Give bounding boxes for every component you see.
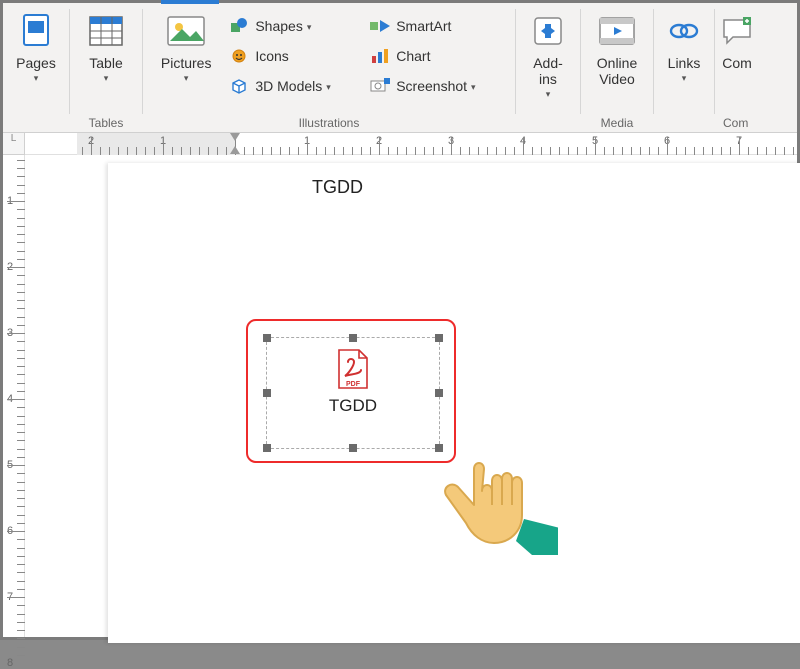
smartart-icon <box>370 16 390 36</box>
video-label: Online Video <box>597 55 637 87</box>
chevron-down-icon: ▾ <box>184 73 189 84</box>
vertical-ruler[interactable]: 12345678 <box>3 155 25 637</box>
icons-icon <box>229 46 249 66</box>
pictures-label: Pictures <box>161 55 212 71</box>
shapes-button[interactable]: Shapes ▾ <box>223 11 364 41</box>
resize-handle[interactable] <box>263 444 271 452</box>
table-label: Table <box>89 55 122 71</box>
embedded-object-label: TGDD <box>267 396 439 416</box>
resize-handle[interactable] <box>435 334 443 342</box>
smartart-label: SmartArt <box>396 18 451 34</box>
group-illustrations: Pictures ▾ Shapes ▾ Icons 3D Models ▾ <box>143 3 515 132</box>
group-media: Online Video Media <box>581 3 653 132</box>
screenshot-label: Screenshot <box>396 78 467 94</box>
links-button[interactable]: Links ▾ <box>652 7 716 107</box>
resize-handle[interactable] <box>263 334 271 342</box>
icons-button[interactable]: Icons <box>223 41 364 71</box>
group-label-media: Media <box>581 116 653 130</box>
document-page[interactable]: TGDD PDF <box>108 163 800 643</box>
group-comments: Com Com <box>715 3 759 132</box>
chevron-down-icon: ▾ <box>326 82 331 93</box>
group-links: Links ▾ <box>654 3 714 132</box>
pictures-icon <box>166 11 206 51</box>
pointer-hand-icon <box>436 441 576 571</box>
shapes-icon <box>229 16 249 36</box>
3d-models-button[interactable]: 3D Models ▾ <box>223 71 364 101</box>
pages-icon <box>16 11 56 51</box>
chevron-down-icon: ▾ <box>471 82 476 93</box>
pdf-badge-text: PDF <box>346 381 361 388</box>
icons-label: Icons <box>255 48 288 64</box>
annotation-highlight: PDF TGDD <box>246 319 456 463</box>
chart-icon <box>370 46 390 66</box>
screenshot-button[interactable]: Screenshot ▾ <box>364 71 509 101</box>
ruler-corner: L <box>3 133 25 155</box>
embedded-object[interactable]: PDF TGDD <box>266 337 440 449</box>
comment-label: Com <box>722 55 752 71</box>
chart-label: Chart <box>396 48 430 64</box>
chevron-down-icon: ▾ <box>307 22 312 33</box>
group-label-comments: Com <box>715 116 759 130</box>
chevron-down-icon: ▾ <box>104 73 109 84</box>
chevron-down-icon: ▾ <box>34 73 39 84</box>
addins-button[interactable]: Add- ins ▾ <box>516 7 580 107</box>
group-addins: Add- ins ▾ <box>516 3 580 132</box>
addins-icon <box>528 11 568 51</box>
table-icon <box>86 11 126 51</box>
chart-button[interactable]: Chart <box>364 41 509 71</box>
group-tables: Table ▾ Tables <box>70 3 142 132</box>
app-window: Pages ▾ Table ▾ Tables Pictures <box>0 0 800 640</box>
ribbon: Pages ▾ Table ▾ Tables Pictures <box>3 3 797 133</box>
group-label-illustrations: Illustrations <box>143 116 515 130</box>
addins-label: Add- ins <box>533 55 563 87</box>
table-button[interactable]: Table ▾ <box>74 7 138 107</box>
3d-models-label: 3D Models <box>255 78 322 94</box>
group-pages: Pages ▾ <box>3 3 69 132</box>
resize-handle[interactable] <box>349 444 357 452</box>
resize-handle[interactable] <box>349 334 357 342</box>
document-header-text[interactable]: TGDD <box>312 177 363 198</box>
comment-button[interactable]: Com <box>715 7 759 107</box>
pages-label: Pages <box>16 55 56 71</box>
video-icon <box>597 11 637 51</box>
chevron-down-icon: ▾ <box>546 89 551 100</box>
links-label: Links <box>668 55 701 71</box>
pictures-button[interactable]: Pictures ▾ <box>149 7 223 107</box>
horizontal-ruler[interactable]: 1212345678 <box>25 133 797 155</box>
smartart-button[interactable]: SmartArt <box>364 11 509 41</box>
document-workspace: L 1212345678 12345678 TGDD <box>3 133 797 637</box>
shapes-label: Shapes <box>255 18 302 34</box>
screenshot-icon <box>370 76 390 96</box>
pages-button[interactable]: Pages ▾ <box>4 7 68 107</box>
pdf-file-icon: PDF <box>335 348 371 390</box>
link-icon <box>664 11 704 51</box>
group-label-tables: Tables <box>70 116 142 130</box>
cube-icon <box>229 76 249 96</box>
comment-icon <box>717 11 757 51</box>
online-video-button[interactable]: Online Video <box>585 7 649 107</box>
chevron-down-icon: ▾ <box>682 73 687 84</box>
